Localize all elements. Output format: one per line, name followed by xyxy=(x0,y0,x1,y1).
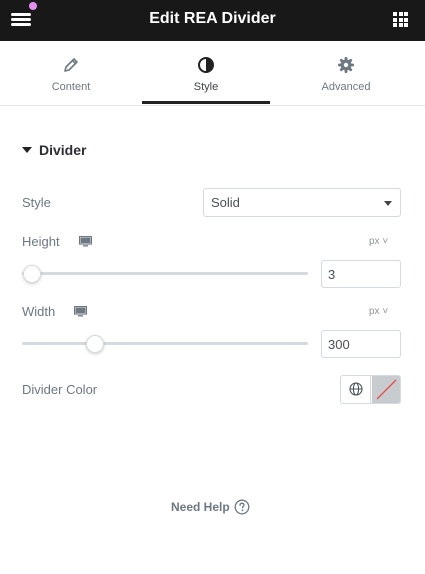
width-unit-select[interactable]: px ˅ xyxy=(369,306,388,317)
tab-style[interactable]: Style xyxy=(142,41,270,105)
notification-dot xyxy=(29,2,37,10)
style-label: Style xyxy=(22,195,51,210)
divider-color-label: Divider Color xyxy=(22,382,98,397)
height-slider-handle[interactable] xyxy=(22,265,41,283)
half-circle-icon xyxy=(198,57,214,73)
question-circle-icon xyxy=(234,499,250,515)
width-label: Width xyxy=(22,304,56,319)
height-input[interactable] xyxy=(321,260,401,288)
height-slider-track[interactable] xyxy=(22,272,308,275)
desktop-icon[interactable] xyxy=(79,236,92,247)
no-color-icon xyxy=(376,379,397,400)
width-input[interactable] xyxy=(321,330,401,358)
section-title[interactable]: Divider xyxy=(39,142,86,158)
tab-style-label: Style xyxy=(193,81,219,93)
divider-color-control xyxy=(340,375,401,404)
caret-down-icon[interactable] xyxy=(22,147,32,153)
width-unit-value: px xyxy=(369,306,380,317)
panel-tabs: Content Style Advanced xyxy=(0,41,425,106)
height-unit-value: px xyxy=(369,236,380,247)
style-select-value: Solid xyxy=(211,195,240,210)
global-colors-button[interactable] xyxy=(341,376,371,403)
grid-icon[interactable] xyxy=(393,12,408,27)
color-swatch-button[interactable] xyxy=(372,376,400,403)
tab-content-label: Content xyxy=(51,81,91,93)
globe-icon xyxy=(349,382,363,396)
height-unit-select[interactable]: px ˅ xyxy=(369,236,388,247)
height-label: Height xyxy=(22,234,60,249)
chevron-down-icon xyxy=(384,201,392,206)
tab-content[interactable]: Content xyxy=(7,41,135,105)
editor-header: Edit REA Divider xyxy=(0,0,425,41)
active-tab-indicator xyxy=(142,101,270,104)
width-slider-track[interactable] xyxy=(22,342,308,345)
tab-advanced-label: Advanced xyxy=(321,81,371,93)
tab-advanced[interactable]: Advanced xyxy=(282,41,410,105)
style-select[interactable]: Solid xyxy=(203,188,401,217)
pencil-icon xyxy=(64,58,78,72)
desktop-icon[interactable] xyxy=(74,306,87,317)
gear-icon xyxy=(338,57,354,73)
panel-title: Edit REA Divider xyxy=(149,10,276,27)
need-help-text: Need Help xyxy=(171,500,230,514)
width-slider-handle[interactable] xyxy=(85,335,104,353)
